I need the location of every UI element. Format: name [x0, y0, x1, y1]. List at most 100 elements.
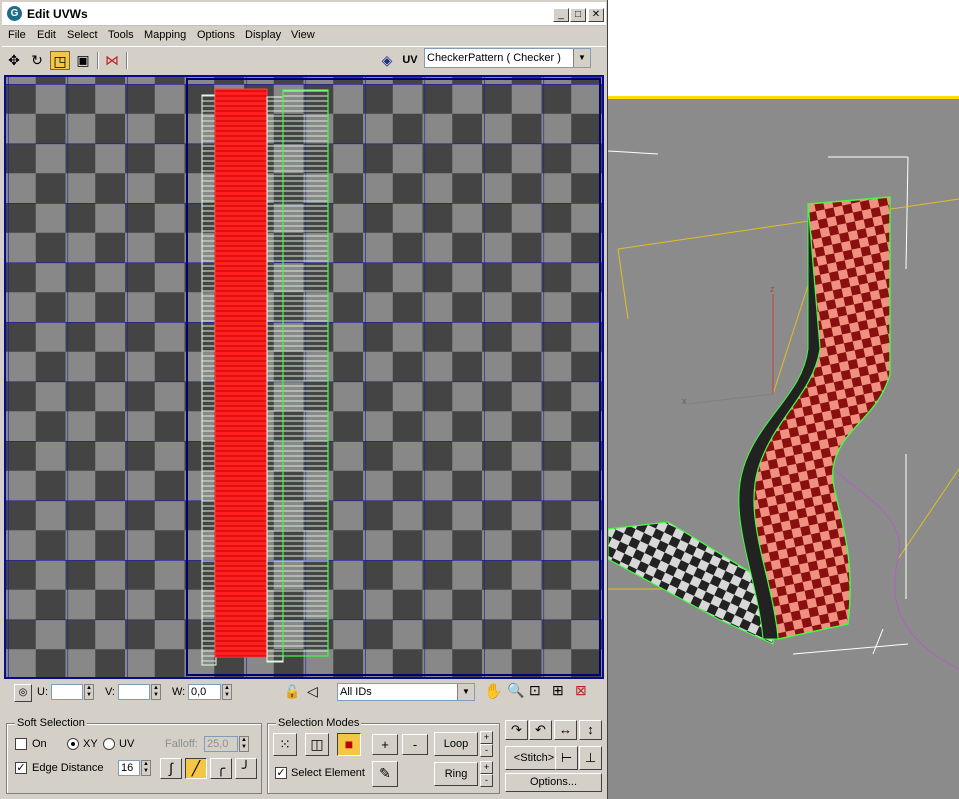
gizmo-x-axis: [687, 393, 774, 405]
select-element-checkbox[interactable]: ✓: [275, 767, 287, 779]
soft-selection-on-checkbox[interactable]: [15, 738, 27, 750]
bounding-box-line: [617, 248, 629, 320]
ring-shrink-button[interactable]: -: [480, 774, 493, 787]
loop-grow-button[interactable]: +: [480, 731, 493, 744]
scale-tool-icon[interactable]: ◳: [50, 51, 70, 70]
id-filter-dropdown[interactable]: All IDs ▼: [337, 683, 475, 701]
uv-editor-canvas[interactable]: [4, 75, 604, 679]
u-input[interactable]: [51, 684, 83, 700]
options-button[interactable]: Options...: [505, 773, 602, 792]
lock-icon[interactable]: 🔓: [284, 684, 300, 700]
paint-select-mode-icon[interactable]: ✎: [372, 761, 398, 787]
shrink-selection-button[interactable]: -: [402, 734, 428, 755]
maximize-button[interactable]: □: [570, 8, 586, 22]
zoom-selected-icon[interactable]: ⊠: [575, 682, 587, 699]
stitch-label: Stitch: [520, 752, 548, 764]
ring-button[interactable]: Ring: [434, 762, 478, 786]
zoom-region-icon[interactable]: ⊡: [529, 682, 541, 699]
texture-select-dropdown[interactable]: CheckerPattern ( Checker ) ▼: [424, 48, 591, 68]
soft-selection-group: Soft Selection On XY UV Falloff: 25,0 ▲ ▼…: [6, 717, 262, 794]
chevron-down-icon[interactable]: ▼: [573, 49, 590, 67]
face-mode-icon[interactable]: ■: [337, 733, 361, 756]
w-input[interactable]: 0,0: [188, 684, 221, 700]
select-element-label: Select Element: [291, 767, 365, 779]
edge-distance-label: Edge Distance: [32, 762, 104, 774]
uv-mode-label[interactable]: UV: [400, 51, 420, 70]
edit-uvws-window: G Edit UVWs _ □ ✕ File Edit Select Tools…: [0, 0, 608, 799]
viewport-background-top: [608, 0, 959, 96]
flip-horizontal-icon[interactable]: ↔: [554, 720, 577, 740]
vertex-mode-icon[interactable]: ⁙: [273, 733, 297, 756]
v-spinner[interactable]: ▲ ▼: [151, 684, 161, 700]
edge-distance-spinner[interactable]: ▲ ▼: [141, 760, 151, 776]
edge-distance-input[interactable]: 16: [118, 760, 140, 776]
uv-shell-middle[interactable]: [266, 96, 284, 663]
loop-button[interactable]: Loop: [434, 732, 478, 756]
align-vertical-icon[interactable]: ⊥: [579, 746, 602, 770]
axis-z-label: z: [770, 284, 775, 294]
grow-selection-button[interactable]: +: [372, 734, 398, 755]
show-map-icon[interactable]: ◈: [377, 51, 397, 70]
path-spline: [832, 468, 959, 670]
xy-radio[interactable]: [67, 738, 79, 750]
lock-selection-icon[interactable]: ◎: [14, 684, 32, 702]
edge-distance-checkbox[interactable]: ✓: [15, 762, 27, 774]
rotate-ccw-icon[interactable]: ↶: [529, 720, 552, 740]
uv-radio-label: UV: [119, 738, 135, 750]
mirror-tool-icon[interactable]: ⋈: [102, 51, 122, 70]
soft-selection-on-label: On: [32, 738, 47, 750]
gizmo-line: [905, 156, 909, 270]
align-horizontal-icon[interactable]: ⊢: [555, 746, 578, 770]
uv-shell-right[interactable]: [282, 89, 329, 657]
falloff-slow-out-icon[interactable]: ╭: [210, 758, 232, 779]
flip-vertical-icon[interactable]: ↕: [579, 720, 602, 740]
falloff-linear-icon[interactable]: ╱: [185, 758, 207, 779]
gizmo-line: [872, 628, 884, 655]
texture-select-value: CheckerPattern ( Checker ): [427, 52, 561, 64]
menu-edit[interactable]: Edit: [37, 29, 56, 41]
menu-tools[interactable]: Tools: [108, 29, 134, 41]
3d-viewport[interactable]: z x y: [608, 0, 959, 799]
u-spinner[interactable]: ▲ ▼: [84, 684, 94, 700]
chevron-down-icon[interactable]: ▼: [457, 684, 474, 700]
pan-hand-icon[interactable]: ✋: [484, 682, 503, 700]
gizmo-line: [608, 150, 659, 155]
rotate-tool-icon[interactable]: ↻: [27, 51, 47, 70]
close-button[interactable]: ✕: [588, 8, 604, 22]
freeform-tool-icon[interactable]: ▣: [73, 51, 93, 70]
uv-shell-selected[interactable]: [214, 88, 268, 658]
v-label: V:: [105, 686, 115, 698]
menu-display[interactable]: Display: [245, 29, 281, 41]
w-spinner[interactable]: ▲ ▼: [222, 684, 232, 700]
minimize-button[interactable]: _: [553, 8, 569, 22]
menu-view[interactable]: View: [291, 29, 315, 41]
w-label: W:: [172, 686, 186, 698]
move-tool-icon[interactable]: ✥: [4, 51, 24, 70]
loop-shrink-button[interactable]: -: [480, 744, 493, 757]
v-input[interactable]: [118, 684, 150, 700]
toolbar-separator: [126, 52, 128, 69]
toolbar-separator: [97, 52, 99, 69]
zoom-icon[interactable]: 🔍: [507, 682, 524, 699]
viewport-scene: z x y: [608, 150, 959, 670]
menu-select[interactable]: Select: [67, 29, 98, 41]
falloff-spinner[interactable]: ▲ ▼: [239, 736, 249, 752]
menu-mapping[interactable]: Mapping: [144, 29, 186, 41]
bounding-box-line: [897, 468, 959, 560]
rotate-cw-icon[interactable]: ↷: [505, 720, 528, 740]
menu-options[interactable]: Options: [197, 29, 235, 41]
uv-shell-left-edge[interactable]: [201, 94, 217, 666]
falloff-smooth-icon[interactable]: ∫: [160, 758, 182, 779]
title-bar[interactable]: G Edit UVWs _ □ ✕: [2, 2, 606, 26]
tools-group: ↷ ↶ ↔ ↕ <Stitch> ⊢ ⊥ Options...: [503, 717, 604, 794]
paint-select-icon[interactable]: ◁: [307, 683, 318, 700]
falloff-input[interactable]: 25,0: [204, 736, 238, 752]
edge-mode-icon[interactable]: ◫: [305, 733, 329, 756]
menu-file[interactable]: File: [8, 29, 26, 41]
gizmo-line: [792, 643, 909, 655]
falloff-fast-out-icon[interactable]: ╯: [235, 758, 257, 779]
uv-radio[interactable]: [103, 738, 115, 750]
ring-grow-button[interactable]: +: [480, 761, 493, 774]
zoom-extents-icon[interactable]: ⊞: [552, 682, 564, 699]
id-filter-value: All IDs: [340, 686, 372, 698]
